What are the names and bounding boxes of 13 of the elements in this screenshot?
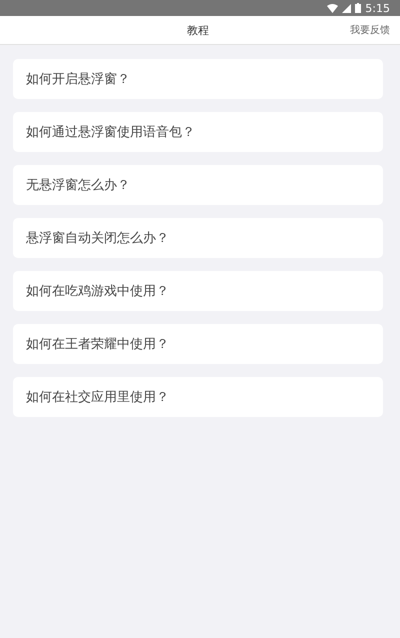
tutorial-item[interactable]: 无悬浮窗怎么办？ — [13, 165, 383, 205]
tutorial-item[interactable]: 如何开启悬浮窗？ — [13, 59, 383, 99]
page-title: 教程 — [187, 22, 209, 38]
signal-icon — [342, 4, 352, 12]
tutorial-item[interactable]: 悬浮窗自动关闭怎么办？ — [13, 218, 383, 258]
feedback-link[interactable]: 我要反馈 — [350, 23, 390, 37]
wifi-icon — [327, 4, 338, 12]
tutorial-item[interactable]: 如何在王者荣耀中使用？ — [13, 324, 383, 364]
tutorial-item[interactable]: 如何通过悬浮窗使用语音包？ — [13, 112, 383, 152]
tutorial-item[interactable]: 如何在吃鸡游戏中使用？ — [13, 271, 383, 311]
status-time: 5:15 — [365, 2, 390, 14]
tutorial-item[interactable]: 如何在社交应用里使用？ — [13, 377, 383, 417]
battery-icon — [355, 3, 362, 13]
